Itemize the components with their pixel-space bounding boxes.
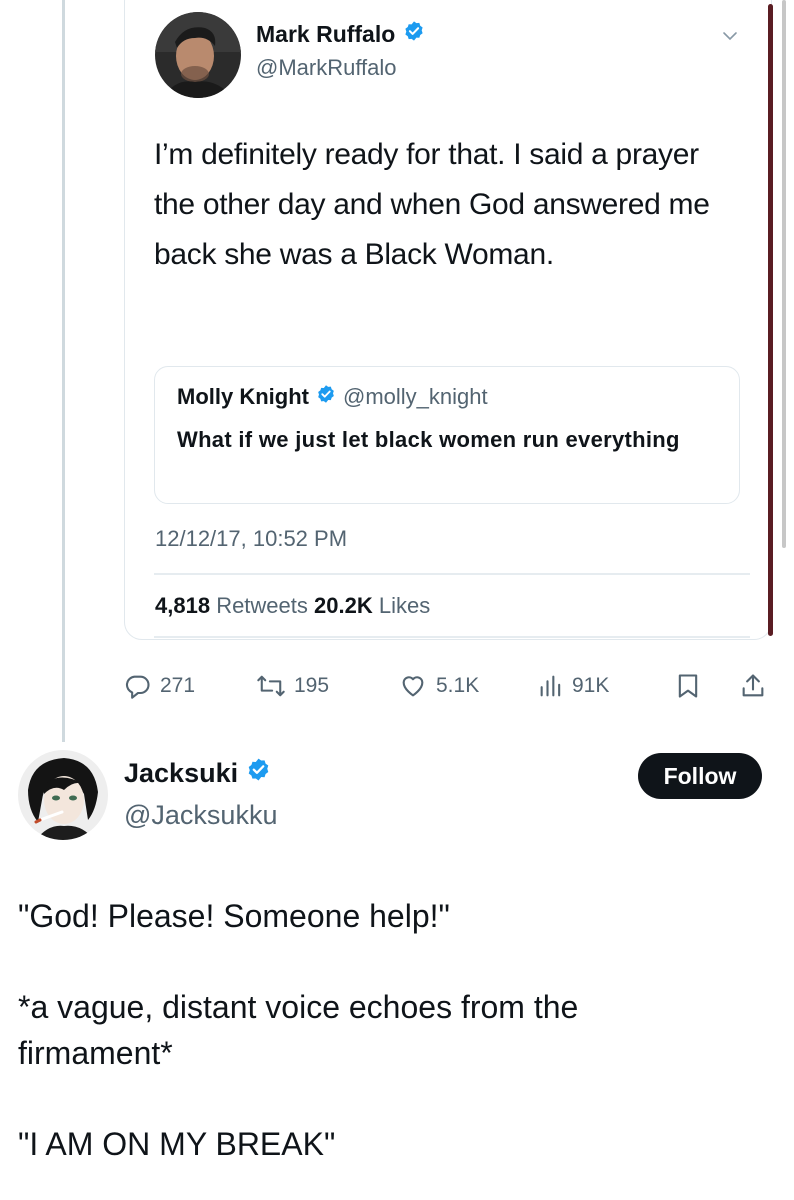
thread-connector-line [62,0,65,742]
divider [154,636,750,638]
views-button[interactable]: 91K [538,668,609,704]
share-button[interactable] [740,668,766,704]
retweets-label: Retweets [216,593,308,618]
likes-count: 20.2K [314,593,373,618]
quoted-author-name: Mark Ruffalo [256,20,425,48]
jacksuki-avatar[interactable] [18,750,108,840]
chevron-down-icon[interactable] [721,27,739,45]
verified-badge-icon [246,757,271,789]
post-paragraph: "God! Please! Someone help!" [18,898,450,934]
nested-quote-author-name: Molly Knight [177,384,309,409]
repost-button[interactable]: 195 [256,668,329,704]
scrollbar[interactable] [782,0,786,548]
views-count: 91K [572,674,610,697]
retweets-count: 4,818 [155,593,211,618]
views-icon [540,675,561,697]
post-author-name[interactable]: Jacksuki [124,757,271,789]
reply-count: 271 [160,674,196,697]
bookmark-icon [678,674,698,698]
like-count: 5.1K [436,674,480,697]
nested-quote-text: What if we just let black women run ever… [177,427,680,452]
nested-quote-author: Molly Knight @molly_knight [177,384,488,410]
card-edge-shadow [768,4,773,636]
post-paragraph: *a vague, distant voice echoes from the … [18,989,579,1071]
post-author-name-text: Jacksuki [124,757,239,788]
verified-badge-icon [316,384,336,410]
quoted-tweet-text: I’m definitely ready for that. I said a … [154,138,710,271]
like-button[interactable]: 5.1K [398,668,479,704]
action-bar: 271 195 5.1K 91K [0,668,794,704]
post-paragraph: "I AM ON MY BREAK" [18,1126,336,1162]
reply-button[interactable]: 271 [124,668,195,704]
mark-ruffalo-avatar [155,12,241,98]
post-author-handle[interactable]: @Jacksukku [124,800,277,831]
quoted-author-handle: @MarkRuffalo [256,55,397,80]
share-icon [742,674,764,697]
divider [154,573,750,575]
quoted-author-name-text: Mark Ruffalo [256,20,396,47]
follow-button[interactable]: Follow [638,753,762,799]
likes-label: Likes [378,593,431,618]
like-icon [402,676,424,697]
quoted-tweet-timestamp: 12/12/17, 10:52 PM [155,526,348,551]
bookmark-button[interactable] [675,668,701,704]
repost-count: 195 [294,674,330,697]
reply-icon [125,675,150,699]
nested-quote-author-handle: @molly_knight [342,384,488,409]
quoted-tweet-stats: 4,818 Retweets 20.2K Likes [155,593,430,619]
verified-badge-icon [403,20,425,48]
repost-icon [257,675,285,697]
